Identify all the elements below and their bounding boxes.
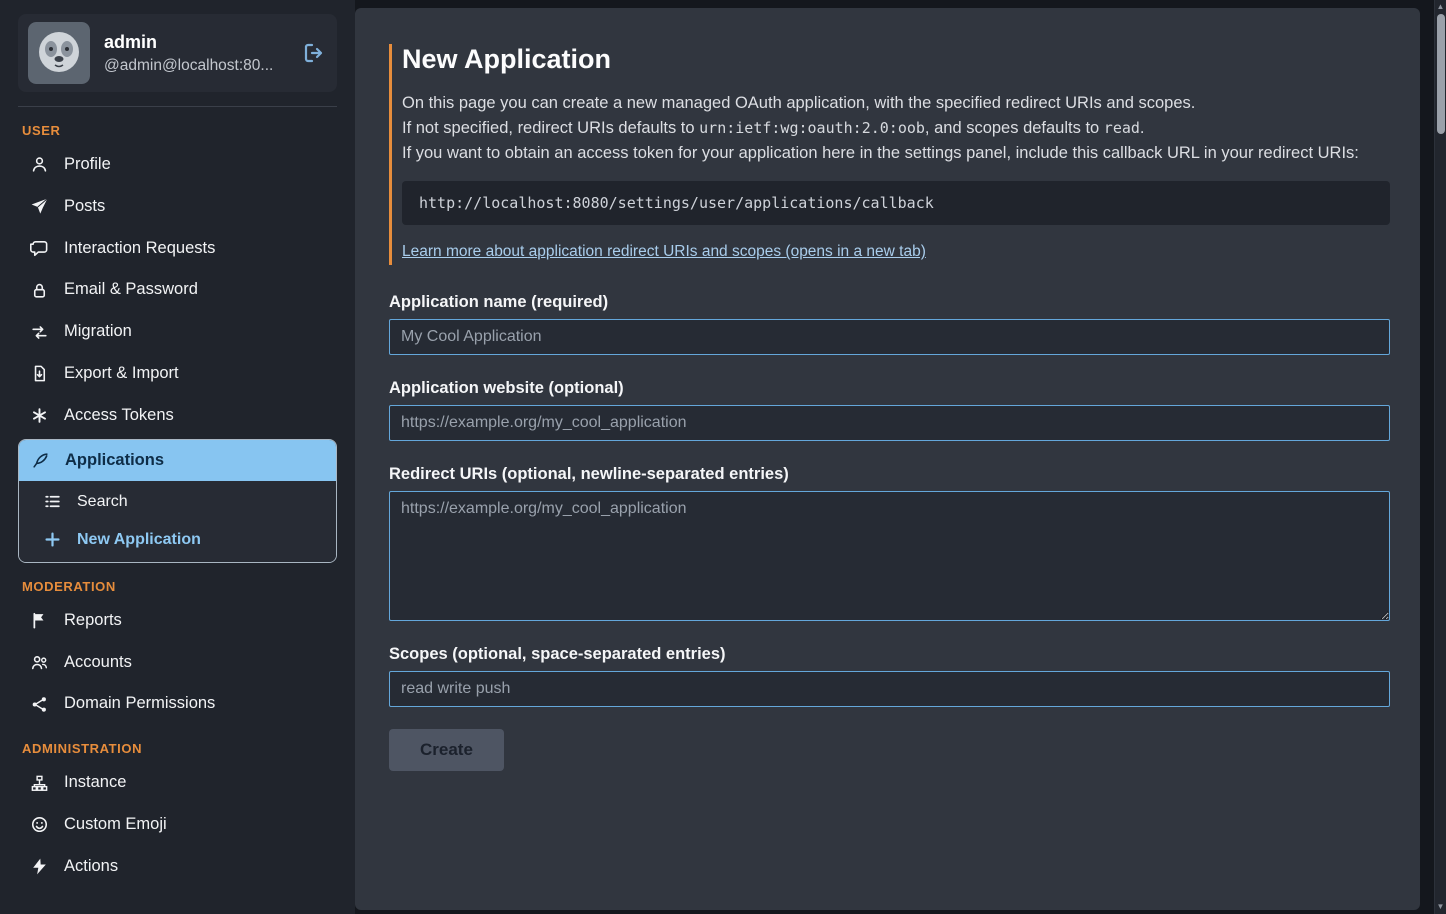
sidebar: admin @admin@localhost:80... USER Profil… (0, 0, 355, 914)
plus-icon (43, 530, 62, 549)
oob-code: urn:ietf:wg:oauth:2.0:oob (699, 119, 925, 137)
sidebar-item-label: Profile (64, 155, 111, 175)
sidebar-item-instance[interactable]: Instance (18, 762, 337, 804)
sidebar-item-profile[interactable]: Profile (18, 144, 337, 186)
sidebar-item-label: Actions (64, 857, 118, 877)
applications-submenu: Search New Application (19, 481, 336, 561)
sidebar-item-reports[interactable]: Reports (18, 600, 337, 642)
logout-icon[interactable] (301, 41, 327, 65)
share-nodes-icon (30, 695, 49, 714)
users-icon (30, 653, 49, 672)
sidebar-item-email-password[interactable]: Email & Password (18, 269, 337, 311)
lock-icon (30, 281, 49, 300)
intro-block: New Application On this page you can cre… (389, 44, 1390, 265)
user-nav: Profile Posts Interaction Requests Email… (18, 144, 337, 563)
sidebar-item-new-application[interactable]: New Application (19, 521, 336, 558)
sidebar-item-actions[interactable]: Actions (18, 846, 337, 888)
callback-url-codeblock: http://localhost:8080/settings/user/appl… (402, 181, 1390, 225)
smiley-icon (30, 815, 49, 834)
section-header-user: USER (22, 123, 333, 138)
read-code: read (1104, 119, 1140, 137)
intro-line-3: If you want to obtain an access token fo… (402, 141, 1390, 166)
avatar (28, 22, 90, 84)
sidebar-item-search[interactable]: Search (19, 483, 336, 520)
sidebar-item-label: Accounts (64, 653, 132, 673)
sidebar-item-label: Search (77, 492, 128, 511)
sidebar-item-label: Export & Import (64, 364, 179, 384)
sidebar-item-label: Domain Permissions (64, 694, 215, 714)
comment-icon (30, 239, 49, 258)
new-application-form: Application name (required) Application … (389, 293, 1390, 771)
sidebar-item-interaction-requests[interactable]: Interaction Requests (18, 228, 337, 270)
sidebar-item-label: New Application (77, 530, 201, 549)
sidebar-item-label: Posts (64, 197, 105, 217)
docs-link[interactable]: Learn more about application redirect UR… (402, 243, 926, 261)
application-website-label: Application website (optional) (389, 379, 1390, 398)
user-icon (30, 155, 49, 174)
applications-group: Applications Search New Application (18, 439, 337, 563)
main-content: New Application On this page you can cre… (355, 0, 1434, 914)
page-title: New Application (402, 44, 1390, 75)
sidebar-item-export-import[interactable]: Export & Import (18, 353, 337, 395)
scrollbar-up-arrow[interactable]: ▲ (1435, 0, 1446, 14)
scrollbar-thumb[interactable] (1437, 14, 1445, 134)
swap-arrows-icon (30, 323, 49, 342)
sidebar-item-label: Reports (64, 611, 122, 631)
sidebar-item-accounts[interactable]: Accounts (18, 642, 337, 684)
sidebar-item-domain-permissions[interactable]: Domain Permissions (18, 683, 337, 725)
administration-nav: Instance Custom Emoji Actions (18, 762, 337, 887)
intro-line-2-text: , and scopes defaults to (925, 119, 1104, 137)
divider (18, 106, 337, 107)
list-icon (43, 492, 62, 511)
sidebar-item-access-tokens[interactable]: Access Tokens (18, 395, 337, 437)
user-handle: @admin@localhost:80... (104, 57, 287, 75)
section-header-administration: ADMINISTRATION (22, 741, 333, 756)
sidebar-item-label: Applications (65, 451, 164, 471)
sidebar-item-label: Migration (64, 322, 132, 342)
user-card[interactable]: admin @admin@localhost:80... (18, 14, 337, 92)
flag-icon (30, 611, 49, 630)
intro-line-2-text: . (1140, 119, 1145, 137)
sidebar-item-label: Interaction Requests (64, 239, 215, 259)
user-name: admin (104, 32, 287, 53)
paper-plane-icon (30, 197, 49, 216)
sidebar-item-migration[interactable]: Migration (18, 311, 337, 353)
scrollbar[interactable]: ▲ ▼ (1434, 0, 1446, 914)
scopes-input[interactable] (389, 671, 1390, 707)
moderation-nav: Reports Accounts Domain Permissions (18, 600, 337, 725)
sitemap-icon (30, 774, 49, 793)
sloth-avatar-image (28, 22, 90, 84)
redirect-uris-label: Redirect URIs (optional, newline-separat… (389, 465, 1390, 484)
new-application-panel: New Application On this page you can cre… (355, 8, 1420, 910)
intro-line-1: On this page you can create a new manage… (402, 91, 1390, 116)
application-name-input[interactable] (389, 319, 1390, 355)
sidebar-item-label: Instance (64, 773, 126, 793)
sidebar-item-custom-emoji[interactable]: Custom Emoji (18, 804, 337, 846)
user-meta: admin @admin@localhost:80... (104, 32, 287, 75)
sidebar-item-posts[interactable]: Posts (18, 186, 337, 228)
section-header-moderation: MODERATION (22, 579, 333, 594)
feather-icon (31, 451, 50, 470)
create-button[interactable]: Create (389, 729, 504, 771)
scrollbar-down-arrow[interactable]: ▼ (1435, 900, 1446, 914)
redirect-uris-textarea[interactable] (389, 491, 1390, 621)
application-name-label: Application name (required) (389, 293, 1390, 312)
asterisk-icon (30, 406, 49, 425)
sidebar-item-label: Custom Emoji (64, 815, 167, 835)
intro-line-2-text: If not specified, redirect URIs defaults… (402, 119, 699, 137)
intro-line-2: If not specified, redirect URIs defaults… (402, 116, 1390, 141)
file-export-icon (30, 364, 49, 383)
scopes-label: Scopes (optional, space-separated entrie… (389, 645, 1390, 664)
bolt-icon (30, 857, 49, 876)
sidebar-item-applications[interactable]: Applications (19, 440, 336, 482)
sidebar-item-label: Email & Password (64, 280, 198, 300)
application-website-input[interactable] (389, 405, 1390, 441)
sidebar-item-label: Access Tokens (64, 406, 174, 426)
